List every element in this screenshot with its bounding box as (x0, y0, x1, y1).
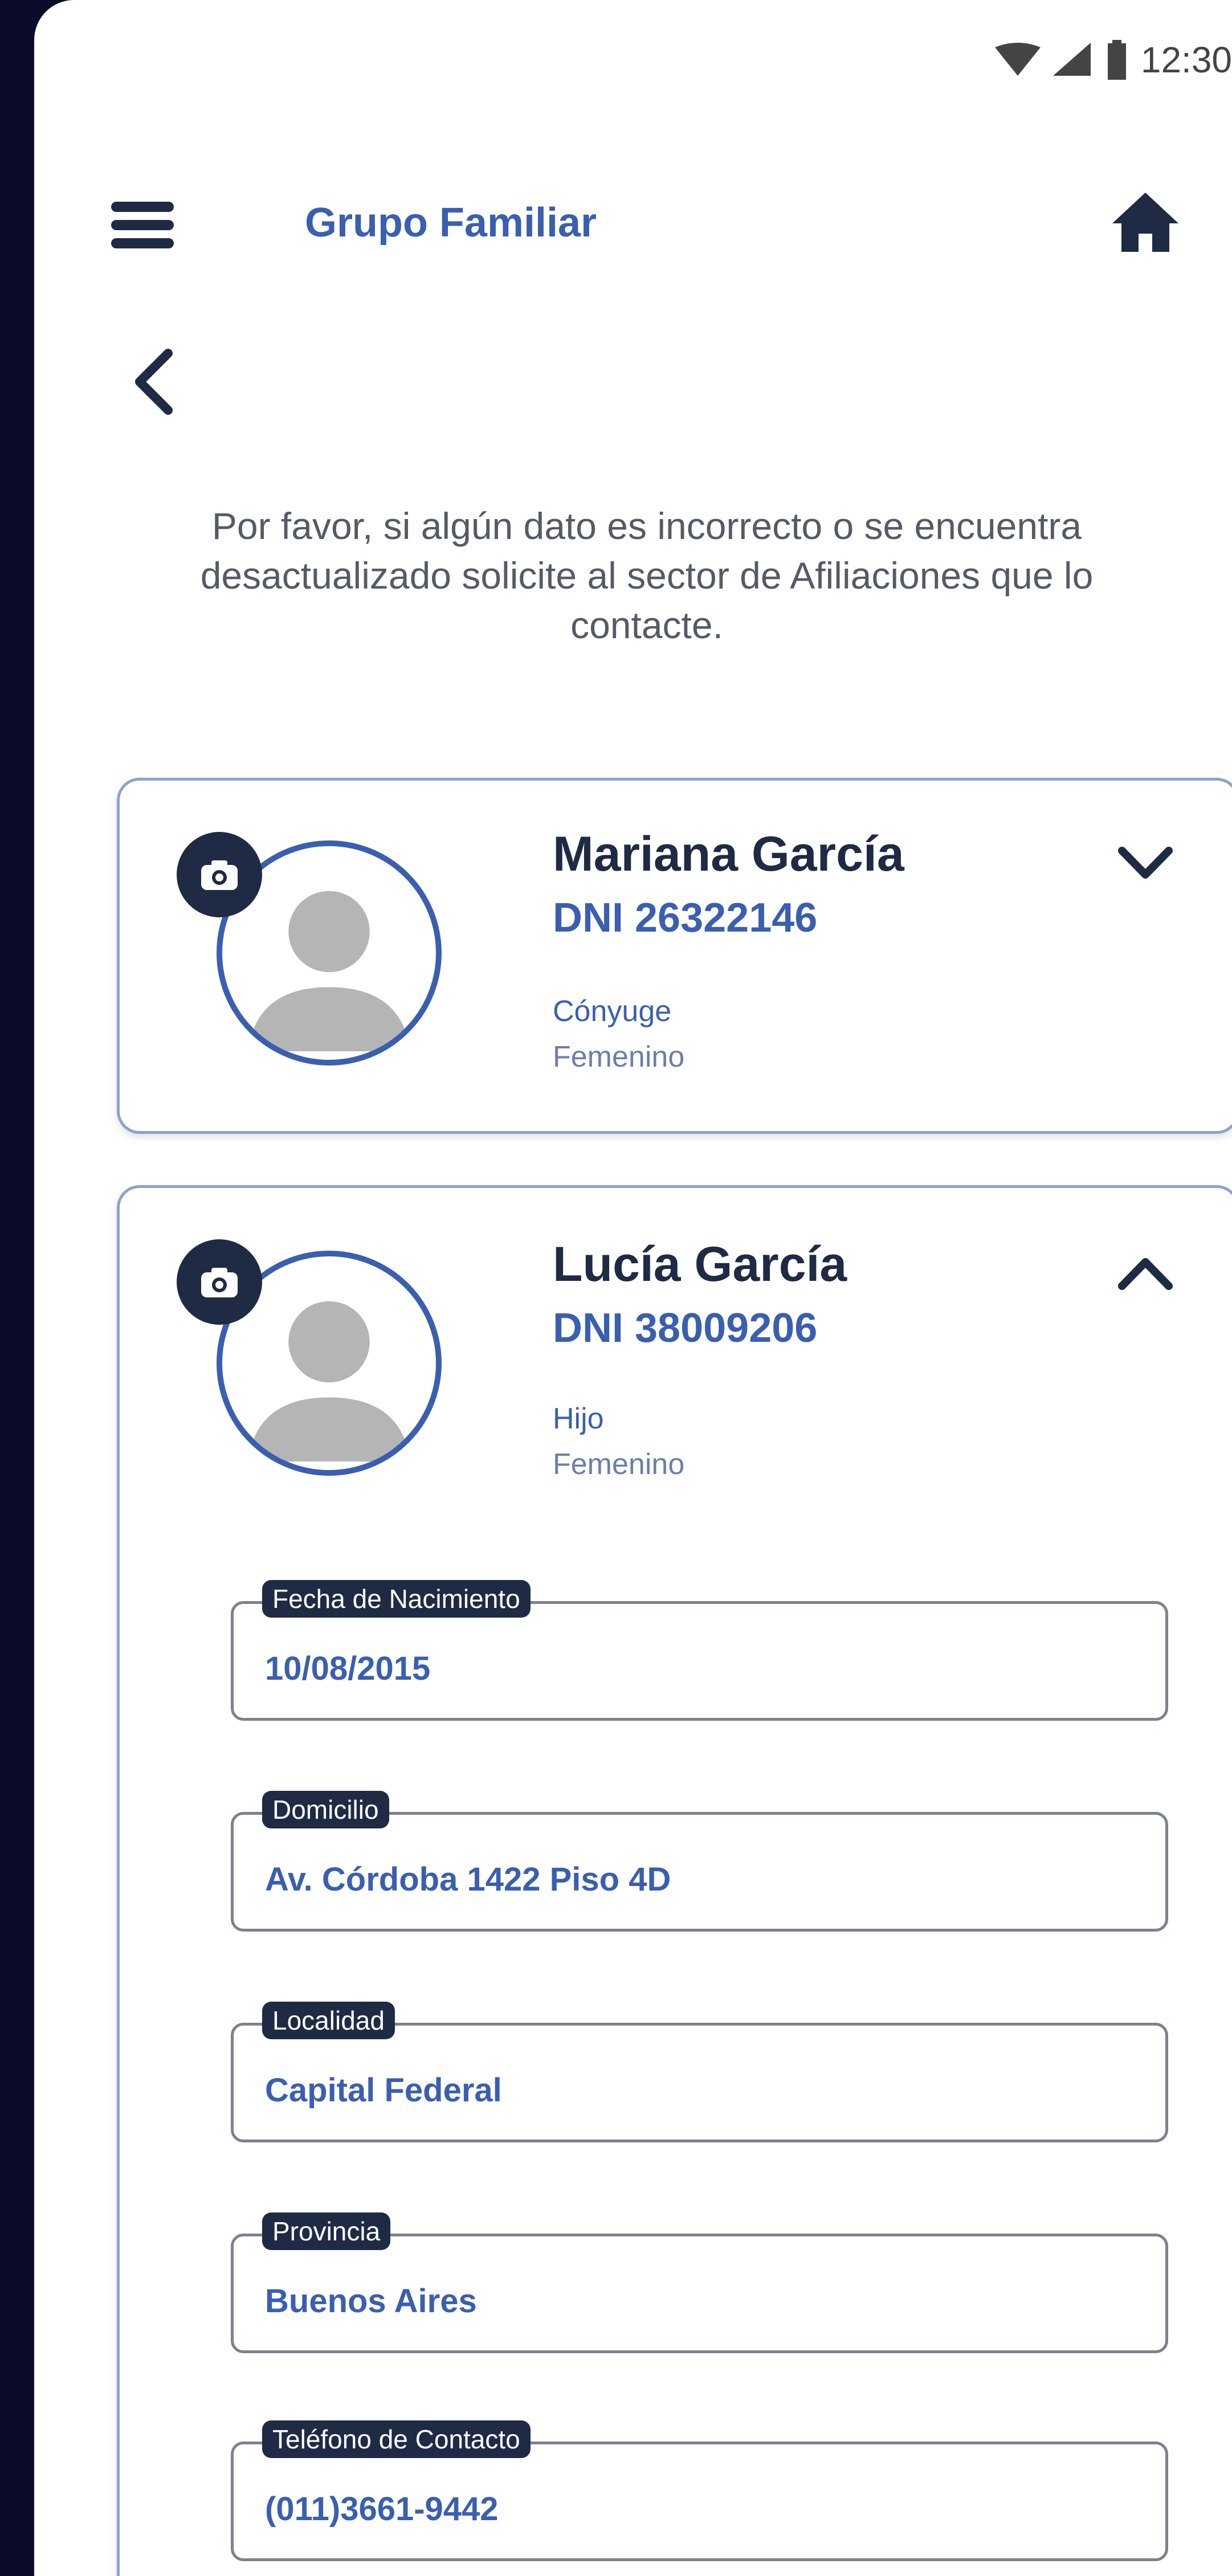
member-gender: Femenino (553, 1448, 685, 1481)
field-address[interactable]: Domicilio Av. Córdoba 1422 Piso 4D (231, 1791, 1168, 1932)
field-label: Localidad (262, 2002, 395, 2039)
status-bar: 12:30 (994, 34, 1232, 85)
field-value: Buenos Aires (265, 2283, 477, 2320)
chevron-down-icon (1118, 847, 1173, 879)
camera-icon (201, 1268, 238, 1297)
field-label: Provincia (262, 2212, 391, 2250)
member-relationship: Cónyuge (553, 995, 672, 1028)
collapse-button[interactable] (1114, 1251, 1177, 1296)
field-value: Capital Federal (265, 2072, 502, 2109)
info-notice: Por favor, si algún dato es incorrecto o… (200, 505, 1094, 647)
field-label: Fecha de Nacimiento (262, 1580, 531, 1618)
field-label: Teléfono de Contacto (262, 2420, 531, 2458)
member-dni: DNI 26322146 (553, 895, 818, 941)
field-value: Av. Córdoba 1422 Piso 4D (265, 1861, 671, 1898)
battery-icon (1107, 40, 1126, 80)
app-screen: 12:30 Grupo Familiar Por favor, si algún… (34, 0, 1232, 2576)
status-time: 12:30 (1140, 39, 1232, 80)
member-card[interactable]: Mariana García DNI 26322146 Cónyuge Feme… (117, 778, 1232, 1134)
member-name: Mariana García (553, 827, 904, 881)
home-icon (1112, 193, 1178, 252)
home-button[interactable] (1111, 188, 1180, 256)
member-relationship: Hijo (553, 1402, 604, 1435)
field-value: 10/08/2015 (265, 1650, 431, 1687)
change-photo-button[interactable] (177, 1239, 262, 1325)
change-photo-button[interactable] (177, 832, 262, 917)
field-province[interactable]: Provincia Buenos Aires (231, 2212, 1168, 2353)
field-birth-date[interactable]: Fecha de Nacimiento 10/08/2015 (231, 1580, 1168, 1721)
member-gender: Femenino (553, 1040, 685, 1073)
chevron-up-icon (1118, 1258, 1173, 1290)
field-locality[interactable]: Localidad Capital Federal (231, 2002, 1168, 2142)
field-phone[interactable]: Teléfono de Contacto (011)3661-9442 (231, 2420, 1168, 2561)
member-name: Lucía García (553, 1237, 847, 1292)
camera-icon (201, 860, 238, 890)
page-title: Grupo Familiar (304, 200, 597, 246)
wifi-icon (994, 43, 1041, 76)
expand-button[interactable] (1114, 840, 1177, 886)
field-value: (011)3661-9442 (265, 2491, 499, 2528)
member-card[interactable]: Lucía García DNI 38009206 Hijo Femenino … (117, 1185, 1232, 2576)
field-label: Domicilio (262, 1791, 389, 1828)
signal-icon (1052, 43, 1091, 76)
chevron-left-icon (135, 349, 173, 415)
member-dni: DNI 38009206 (553, 1305, 818, 1351)
back-button[interactable] (128, 348, 180, 416)
